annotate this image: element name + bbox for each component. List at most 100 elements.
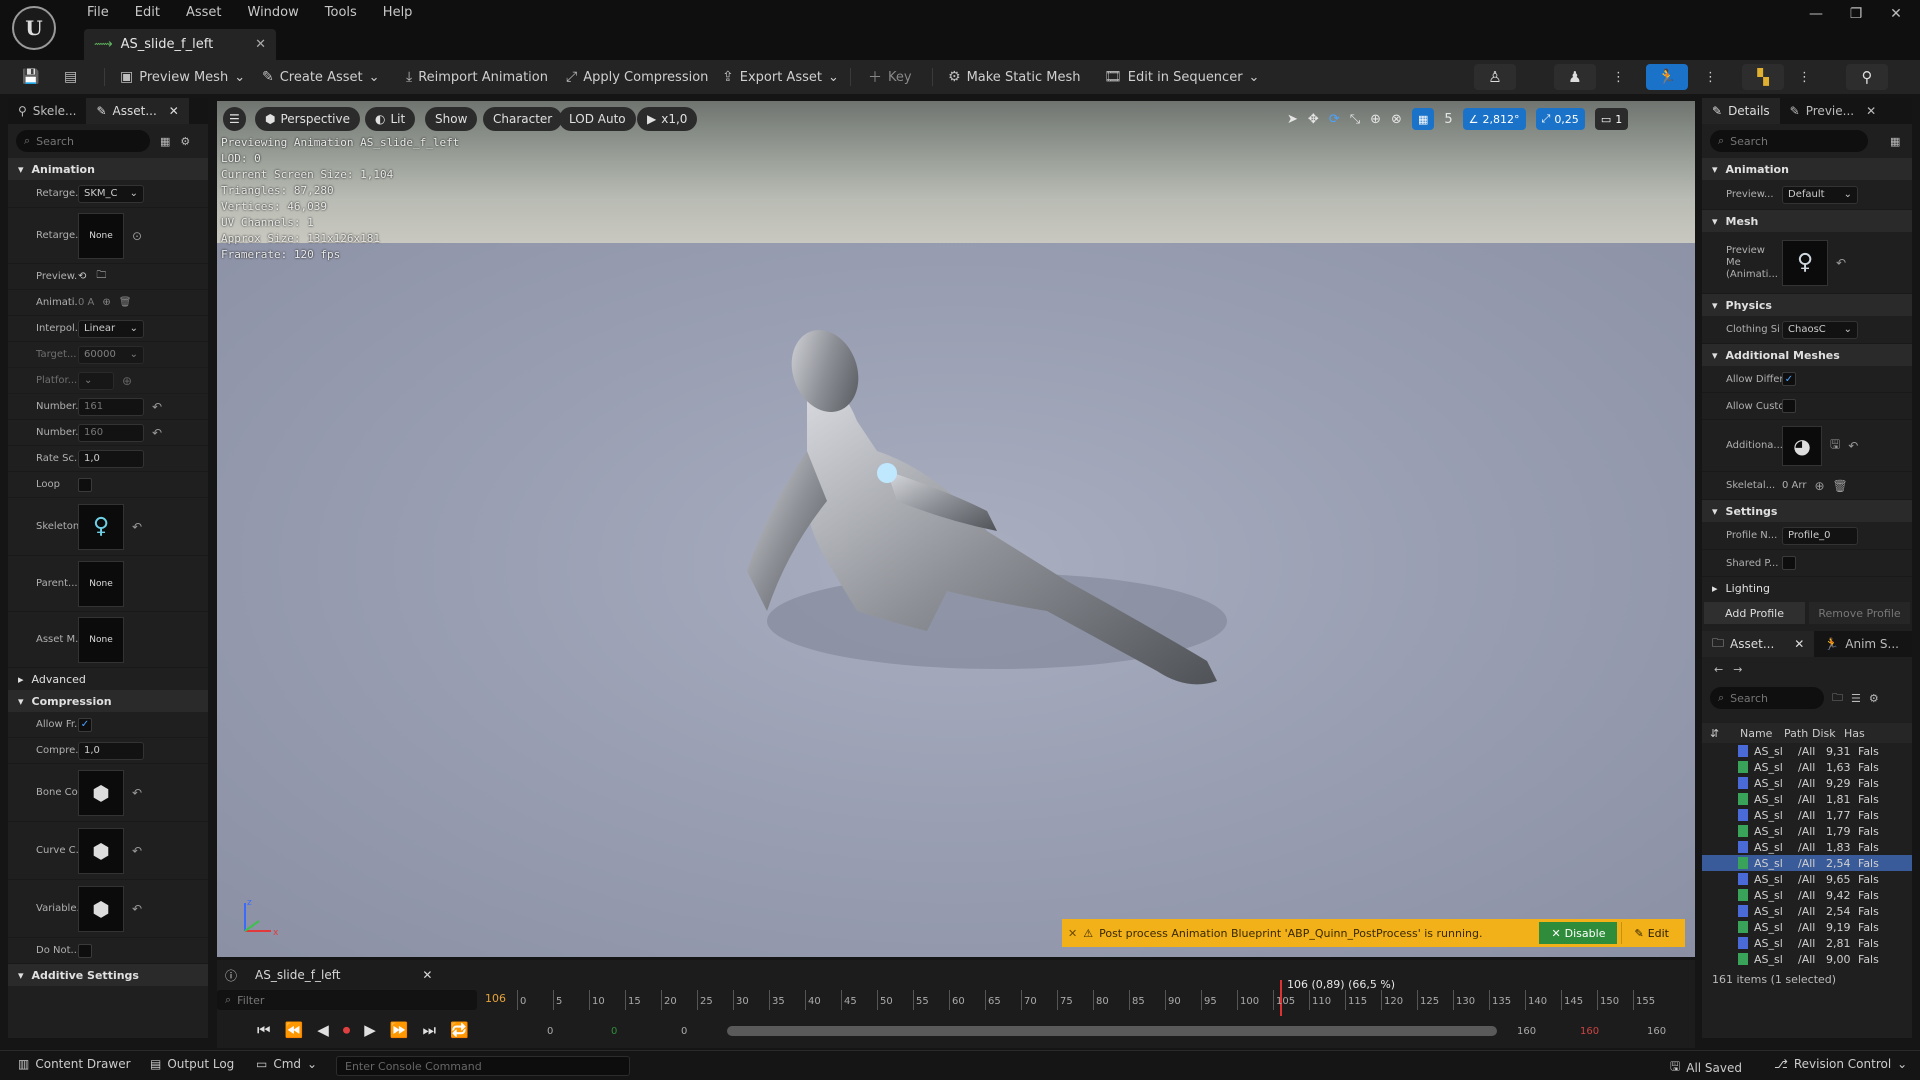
blueprint-mode-button[interactable]: ▚ — [1742, 64, 1784, 90]
preview-mesh-thumbnail[interactable]: ♀ — [1782, 239, 1828, 286]
table-view-icon[interactable]: ▦ — [1890, 135, 1900, 148]
profile-name-field[interactable]: Profile_0 — [1782, 526, 1858, 545]
preview-mesh-button[interactable]: ▣ Preview Mesh ⌄ — [120, 65, 245, 89]
scale-snap-button[interactable]: ⤢ 0,25 — [1535, 108, 1585, 130]
table-row[interactable]: AS_sl/All 2,54 Fals — [1702, 903, 1912, 919]
edit-button[interactable]: ✎ Edit — [1621, 922, 1681, 944]
forward-arrow-icon[interactable]: → — [1733, 663, 1742, 676]
view-start[interactable]: 0 — [681, 1026, 687, 1037]
timeline-tab[interactable]: ⓘ AS_slide_f_left ✕ — [225, 964, 432, 986]
retarget-asset-thumbnail[interactable]: None — [78, 212, 124, 259]
table-row[interactable]: AS_sl/All 9,29 Fals — [1702, 775, 1912, 791]
left-search-input[interactable] — [36, 134, 127, 148]
table-row[interactable]: AS_sl/All 9,31 Fals — [1702, 743, 1912, 759]
skip-to-end-icon[interactable]: ⏭ — [423, 1021, 437, 1039]
column-path[interactable]: Path — [1784, 727, 1812, 740]
more-options-icon[interactable]: ⋮ — [1704, 65, 1717, 89]
reset-arrow-icon[interactable]: ↶ — [1836, 256, 1846, 270]
reset-arrow-icon[interactable]: ↶ — [132, 520, 142, 534]
retarget-source-dropdown[interactable]: SKM_C ⌄ — [78, 184, 144, 203]
number-of-keys-field[interactable]: 160 — [78, 423, 144, 442]
reset-arrow-icon[interactable]: ↶ — [152, 400, 162, 414]
loop-icon[interactable]: 🔁 — [450, 1021, 469, 1039]
revision-control-button[interactable]: ⎇ Revision Control ⌄ — [1774, 1057, 1907, 1071]
timeline-ruler[interactable]: 106 (0,89) (66,5 %) 0 5 10 15 20 25 30 35 40 45 50… — [517, 978, 1687, 1016]
tab-details[interactable]: ✎ Details — [1702, 98, 1780, 124]
playback-speed-button[interactable]: ▶ x1,0 — [637, 107, 698, 131]
mesh-mode-button[interactable]: ♟ — [1554, 64, 1596, 90]
preview-controller-dropdown[interactable]: Default ⌄ — [1782, 185, 1858, 204]
close-tab-icon[interactable]: ✕ — [422, 968, 432, 982]
perspective-button[interactable]: ⬢ Perspective — [255, 107, 360, 131]
compression-error-field[interactable]: 1,0 — [78, 741, 144, 760]
lit-button[interactable]: ◐ Lit — [365, 107, 416, 131]
translate-icon[interactable]: ✥ — [1308, 112, 1319, 127]
range-end-red[interactable]: 160 — [1580, 1026, 1599, 1037]
record-icon[interactable]: ⏺ — [343, 1021, 351, 1039]
skeleton-mode-button[interactable]: ♙ — [1474, 64, 1516, 90]
section-additive-settings[interactable]: ▾ Additive Settings — [8, 964, 208, 986]
menu-help[interactable]: Help — [370, 1, 426, 24]
add-platform-icon[interactable]: ⊕ — [122, 374, 132, 388]
add-element-icon[interactable]: ⊕ — [1814, 479, 1824, 493]
folder-icon[interactable]: 🗀 — [1832, 689, 1843, 708]
dismiss-icon[interactable]: ✕ — [1068, 927, 1077, 940]
view-end[interactable]: 160 — [1517, 1026, 1536, 1037]
close-window-icon[interactable]: ✕ — [1876, 6, 1916, 22]
rotation-snap-button[interactable]: ∠ 2,812° — [1462, 108, 1526, 130]
character-button[interactable]: Character — [483, 107, 563, 131]
skip-to-start-icon[interactable]: ⏮ — [257, 1021, 271, 1039]
tab-asset-details[interactable]: ✎ Asset... ✕ — [86, 98, 189, 124]
all-saved-button[interactable]: 🖫 All Saved — [1670, 1057, 1742, 1078]
step-back-icon[interactable]: ⏪ — [285, 1021, 304, 1039]
menu-tools[interactable]: Tools — [312, 1, 370, 24]
table-row[interactable]: AS_sl/All 9,19 Fals — [1702, 919, 1912, 935]
section-physics[interactable]: ▾ Physics — [1702, 294, 1912, 316]
table-row[interactable]: AS_sl/All 1,83 Fals — [1702, 839, 1912, 855]
clothing-simulation-dropdown[interactable]: ChaosC ⌄ — [1782, 320, 1858, 339]
create-asset-button[interactable]: ✎ Create Asset ⌄ — [262, 65, 380, 89]
console-input[interactable]: Enter Console Command — [336, 1056, 630, 1076]
more-options-icon[interactable]: ⋮ — [1798, 65, 1811, 89]
menu-asset[interactable]: Asset — [173, 1, 235, 24]
allow-frame-stripping-checkbox[interactable]: ✓ — [78, 717, 92, 732]
rotate-icon[interactable]: ⟳ — [1329, 112, 1340, 127]
column-disk[interactable]: Disk — [1812, 727, 1844, 740]
rate-scale-field[interactable]: 1,0 — [78, 449, 144, 468]
table-row[interactable]: AS_sl/All 9,42 Fals — [1702, 887, 1912, 903]
add-profile-button[interactable]: Add Profile — [1704, 602, 1805, 624]
add-element-icon[interactable]: ⊕ — [102, 297, 110, 308]
world-icon[interactable]: ⊕ — [1370, 112, 1381, 127]
close-tab-icon[interactable]: ✕ — [255, 37, 266, 52]
range-end[interactable]: 160 — [1647, 1026, 1666, 1037]
table-view-icon[interactable]: ▦ — [160, 135, 170, 148]
additional-meshes-thumbnail[interactable]: ◕ — [1782, 425, 1822, 466]
section-advanced[interactable]: ▸ Advanced — [8, 668, 208, 690]
right-search-box[interactable]: ⌕ — [1710, 130, 1868, 152]
asset-search-box[interactable]: ⌕ — [1710, 687, 1824, 709]
minimize-icon[interactable]: — — [1796, 6, 1836, 22]
table-row[interactable]: AS_sl/All 1,77 Fals — [1702, 807, 1912, 823]
more-options-icon[interactable]: ⋮ — [1612, 65, 1625, 89]
play-icon[interactable]: ▶ — [364, 1021, 376, 1039]
allow-custom-anim-bp-checkbox[interactable] — [1782, 399, 1796, 413]
step-forward-icon[interactable]: ⏩ — [390, 1021, 409, 1039]
edit-in-sequencer-button[interactable]: 🎞 Edit in Sequencer ⌄ — [1104, 65, 1259, 89]
browse-icon[interactable]: ⊙ — [132, 229, 142, 243]
preview-viewport[interactable]: ☰ ⬢ Perspective ◐ Lit Show Character LOD A… — [217, 101, 1695, 957]
shared-profile-checkbox[interactable] — [1782, 556, 1796, 570]
surface-snap-icon[interactable]: ⊗ — [1391, 112, 1402, 127]
section-animation[interactable]: ▾ Animation — [8, 158, 208, 180]
timeline-filter[interactable]: ⌕ Filter — [217, 990, 477, 1010]
play-reverse-icon[interactable]: ◀ — [317, 1021, 329, 1039]
maximize-icon[interactable]: ❐ — [1836, 6, 1876, 22]
grid-snap-button[interactable]: ▦ — [1411, 108, 1435, 130]
variable-frame-thumbnail[interactable]: ⬢ — [78, 885, 124, 932]
table-row[interactable]: AS_sl/All 2,81 Fals — [1702, 935, 1912, 951]
asset-search-input[interactable] — [1730, 691, 1801, 705]
table-row[interactable]: AS_sl/All 1,63 Fals — [1702, 759, 1912, 775]
gear-icon[interactable]: ⚙ — [1869, 692, 1879, 705]
physics-mode-button[interactable]: ⚲ — [1846, 64, 1888, 90]
folder-icon[interactable]: 🗀 — [96, 268, 106, 285]
preview-pose-icon[interactable]: ⟲ — [78, 271, 86, 282]
